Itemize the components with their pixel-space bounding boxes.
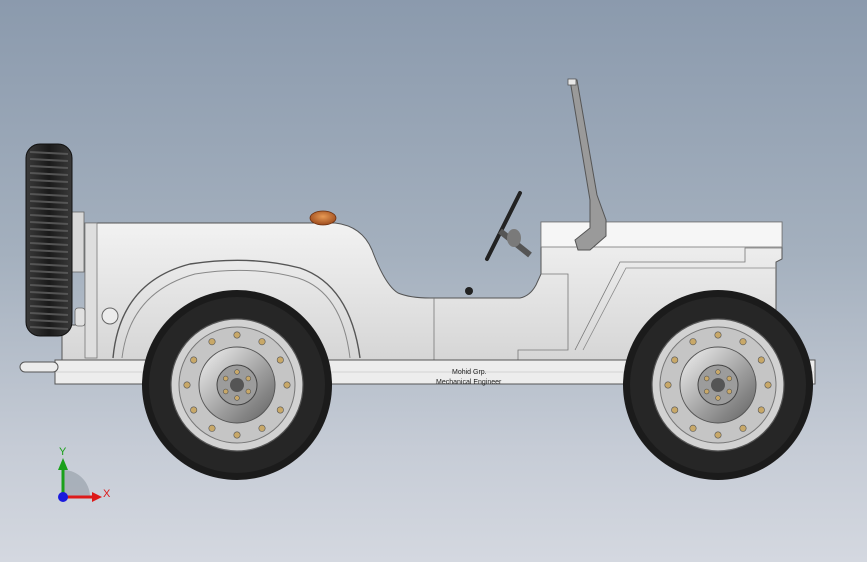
y-axis-label: Y	[59, 446, 67, 458]
lug-nut	[703, 375, 710, 382]
lug-nut	[234, 369, 240, 375]
triad-plane-icon	[63, 470, 90, 497]
indicator-lamp	[309, 210, 337, 226]
lug-nut	[234, 395, 240, 401]
rim-bolt	[283, 381, 291, 389]
rim-bolt	[671, 356, 679, 364]
steering-hub	[507, 229, 521, 247]
rim-bolt	[671, 406, 679, 414]
rear-panel	[84, 222, 98, 359]
rim-bolt	[233, 331, 241, 339]
steering-assembly	[485, 191, 532, 261]
lug-nut	[703, 388, 710, 395]
rim-bolt	[689, 424, 697, 432]
lug-nut	[715, 395, 721, 401]
rim-bolt	[190, 406, 198, 414]
reference-triad[interactable]: Y X	[58, 446, 111, 502]
decal-line-2: Mechanical Engineer	[436, 379, 502, 386]
rim-bolt	[739, 424, 747, 432]
cad-viewport[interactable]: Mohid Grp. Mechanical Engineer Y X	[0, 0, 867, 562]
spare-tire	[25, 143, 86, 337]
rim-bolt	[714, 431, 722, 439]
rim-bolt	[190, 356, 198, 364]
rim-bolt	[664, 381, 672, 389]
x-axis-label: X	[103, 488, 111, 500]
lug-nut	[726, 375, 732, 382]
jeep-model[interactable]: Mohid Grp. Mechanical Engineer Y X	[0, 0, 867, 562]
front-wheel	[623, 290, 813, 480]
lug-nut	[223, 375, 229, 382]
lug-nut	[223, 388, 229, 395]
lug-nut	[245, 388, 252, 395]
rim-bolt	[739, 338, 747, 346]
decal-line-1: Mohid Grp.	[452, 369, 487, 376]
z-axis-dot	[58, 492, 68, 502]
rim-bolt	[183, 381, 191, 389]
rim-bolt	[689, 338, 697, 346]
rim-bolt	[276, 356, 284, 364]
x-axis-arrowhead	[92, 492, 102, 502]
rim-bolt	[233, 431, 241, 439]
rim-bolt	[757, 406, 765, 414]
steering-wheel	[485, 191, 522, 261]
rim-bolt	[258, 424, 266, 432]
lug-nut	[715, 369, 721, 375]
rear-reflector	[101, 307, 119, 325]
rim-bolt	[208, 424, 216, 432]
rim-bolt	[764, 381, 772, 389]
gear-lever-knob	[465, 287, 473, 295]
rear-wheel	[142, 290, 332, 480]
rim-bolt	[276, 406, 284, 414]
rear-hitch	[19, 361, 59, 373]
rim-bolt	[258, 338, 266, 346]
rim-bolt	[208, 338, 216, 346]
lug-nut	[245, 375, 252, 382]
y-axis-arrowhead	[58, 458, 68, 470]
rim-bolt	[757, 356, 765, 364]
lug-nut	[726, 388, 732, 395]
rim-bolt	[714, 331, 722, 339]
